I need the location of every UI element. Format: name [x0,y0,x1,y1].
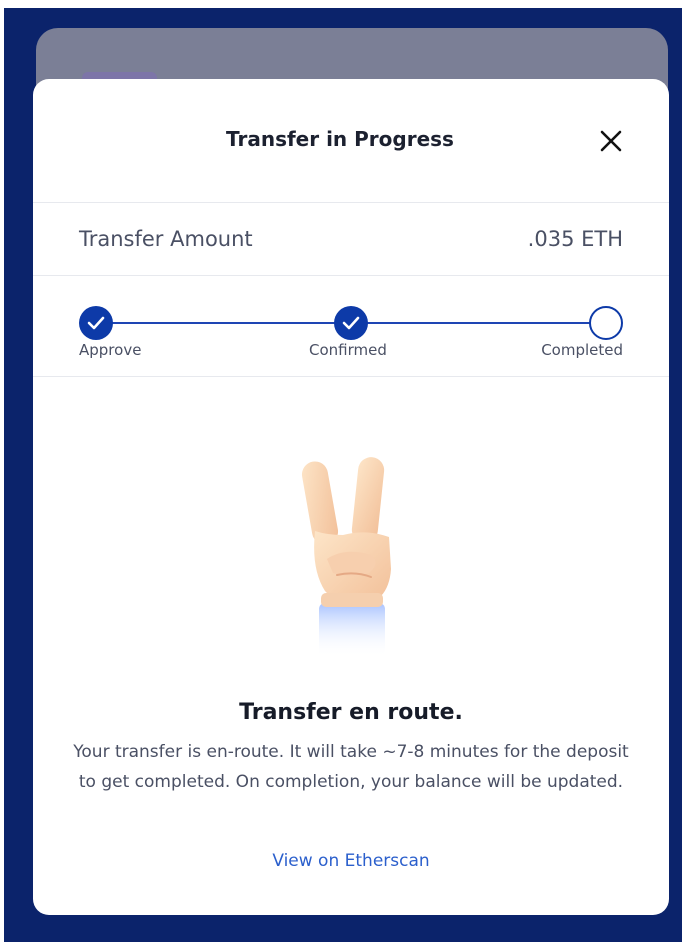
status-title: Transfer en route. [239,700,463,725]
view-on-etherscan-link[interactable]: View on Etherscan [33,851,669,871]
step-completed-node [589,306,623,340]
step-approve-node [79,306,113,340]
step-label-approve: Approve [79,341,142,359]
step-label-confirmed: Confirmed [309,341,387,359]
transfer-amount-value: .035 ETH [527,227,623,251]
status-description: Your transfer is en-route. It will take … [73,742,629,792]
step-connector-2 [367,322,597,324]
modal-header: Transfer in Progress [33,79,669,203]
close-button[interactable] [593,123,629,159]
checkmark-icon [342,316,360,330]
close-icon [600,130,622,152]
checkmark-icon [87,316,105,330]
step-confirmed-node [334,306,368,340]
step-connector-1 [95,322,351,324]
step-label-completed: Completed [541,341,623,359]
modal-title: Transfer in Progress [226,127,454,151]
transfer-amount-label: Transfer Amount [79,227,253,251]
victory-hand-icon [297,451,407,661]
progress-stepper: Approve Confirmed Completed [33,276,669,377]
transfer-modal: Transfer in Progress Transfer Amount .03… [33,79,669,915]
transfer-amount-row: Transfer Amount .035 ETH [33,203,669,276]
